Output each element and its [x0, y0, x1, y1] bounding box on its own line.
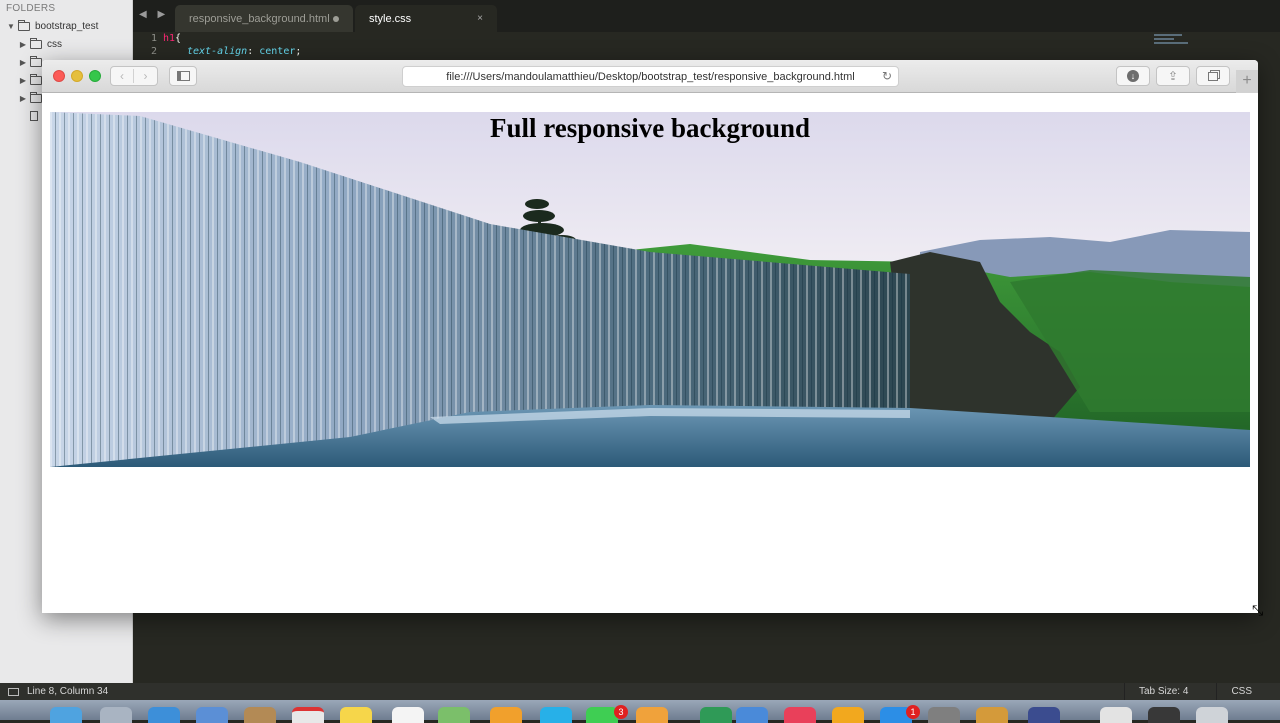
sidebar-item-label: bootstrap_test [35, 20, 99, 32]
downloads-button[interactable]: ↓ [1116, 66, 1150, 86]
disclosure-expanded-icon[interactable]: ▼ [6, 22, 16, 31]
reload-icon[interactable]: ↻ [882, 69, 892, 83]
maps-icon[interactable] [438, 707, 470, 723]
reminders-icon[interactable] [392, 707, 424, 723]
sidebar-title: FOLDERS [6, 3, 56, 14]
facetime-icon[interactable] [586, 707, 618, 723]
tab-size-setting[interactable]: Tab Size: 4 [1123, 683, 1216, 700]
new-tab-button[interactable]: + [1236, 70, 1258, 93]
modified-dot-icon[interactable] [333, 15, 339, 22]
address-bar[interactable]: file:///Users/mandoulamatthieu/Desktop/b… [402, 66, 899, 87]
line-number: 2 [150, 46, 157, 57]
browser-toolbar: ‹ › file:///Users/mandoulamatthieu/Deskt… [42, 60, 1258, 93]
numbers-icon[interactable] [700, 707, 732, 723]
css-value: center [259, 46, 296, 57]
editor-tab-bar: ◀ ▶ responsive_background.html style.css… [133, 0, 1280, 32]
safari-icon[interactable] [148, 707, 180, 723]
contacts-icon[interactable] [244, 707, 276, 723]
tabs-overview-icon [1208, 71, 1218, 81]
disclosure-collapsed-icon[interactable]: ▶ [18, 76, 28, 85]
folder-icon [30, 55, 42, 67]
ibooks-icon[interactable] [636, 707, 668, 723]
page-content: Full responsive background [42, 93, 1258, 613]
dock: 3 1 [0, 700, 1280, 723]
disclosure-collapsed-icon[interactable]: ▶ [18, 58, 28, 67]
notification-badge: 3 [614, 705, 628, 719]
launchpad-icon[interactable] [100, 707, 132, 723]
app-icon[interactable] [1028, 707, 1060, 723]
css-selector: h1 [163, 33, 176, 44]
line-number: 1 [150, 33, 157, 44]
documents-stack-icon[interactable] [1100, 707, 1132, 723]
folder-icon [30, 73, 42, 85]
calendar-icon[interactable] [292, 707, 324, 723]
mail-icon[interactable] [196, 707, 228, 723]
show-sidebar-button[interactable] [169, 66, 197, 86]
window-maximize-button[interactable] [89, 70, 101, 82]
sidebar-item-bootstrap-test[interactable]: ▼ bootstrap_test [0, 17, 132, 35]
window-minimize-button[interactable] [71, 70, 83, 82]
window-close-button[interactable] [53, 70, 65, 82]
keynote-icon[interactable] [736, 707, 768, 723]
file-icon [30, 111, 38, 121]
downloads-stack-icon[interactable] [1148, 707, 1180, 723]
waterfall-background-image [50, 112, 1250, 467]
cursor-position: Line 8, Column 34 [27, 686, 109, 697]
resize-cursor-icon: ⤡ [1252, 602, 1264, 618]
disclosure-collapsed-icon[interactable]: ▶ [18, 40, 28, 49]
chevron-right-icon[interactable]: › [134, 69, 157, 83]
share-icon: ⇪ [1167, 69, 1179, 83]
minimap[interactable] [1154, 34, 1190, 48]
folder-icon [30, 37, 42, 49]
sidebar-icon [176, 71, 190, 81]
code-line: 2 text-align : center ; [133, 46, 301, 59]
download-icon: ↓ [1127, 70, 1139, 82]
sidebar-item-label: css [47, 38, 62, 50]
close-tab-icon[interactable]: × [477, 13, 483, 24]
itunes-icon[interactable] [784, 707, 816, 723]
chevron-left-icon[interactable]: ‹ [111, 69, 134, 83]
back-forward-buttons: ‹ › [110, 66, 158, 86]
url-text[interactable]: file:///Users/mandoulamatthieu/Desktop/b… [446, 71, 854, 83]
tab-label: responsive_background.html [189, 12, 330, 25]
css-semicolon: ; [295, 46, 302, 57]
ibooks-store-icon[interactable] [832, 707, 864, 723]
css-brace: { [175, 33, 182, 44]
tab-nav-arrows[interactable]: ◀ ▶ [139, 9, 169, 20]
syntax-setting[interactable]: CSS [1216, 683, 1280, 700]
messages-icon[interactable] [540, 707, 572, 723]
tab-responsive-background-html[interactable]: responsive_background.html [175, 5, 353, 32]
system-preferences-icon[interactable] [928, 707, 960, 723]
page-title: Full responsive background [489, 113, 811, 143]
disclosure-collapsed-icon[interactable]: ▶ [18, 94, 28, 103]
sublime-text-icon[interactable] [976, 707, 1008, 723]
finder-icon[interactable] [50, 707, 82, 723]
sidebar-item-css[interactable]: ▶ css [0, 35, 132, 53]
folder-icon [18, 19, 30, 31]
folder-icon [30, 91, 42, 103]
code-line: 1 h1 { [133, 33, 181, 46]
status-bar: Line 8, Column 34 Tab Size: 4 CSS [0, 683, 1280, 700]
css-property: text-align [187, 46, 248, 57]
panel-toggle-icon[interactable] [8, 687, 19, 696]
notification-badge: 1 [906, 705, 920, 719]
trash-icon[interactable] [1196, 707, 1228, 723]
share-button[interactable]: ⇪ [1156, 66, 1190, 86]
tab-style-css[interactable]: style.css × [355, 5, 497, 32]
notes-icon[interactable] [340, 707, 372, 723]
photos-icon[interactable] [490, 707, 522, 723]
tab-label: style.css [369, 12, 412, 25]
browser-window: ‹ › file:///Users/mandoulamatthieu/Deskt… [42, 60, 1258, 613]
tab-overview-button[interactable] [1196, 66, 1230, 86]
